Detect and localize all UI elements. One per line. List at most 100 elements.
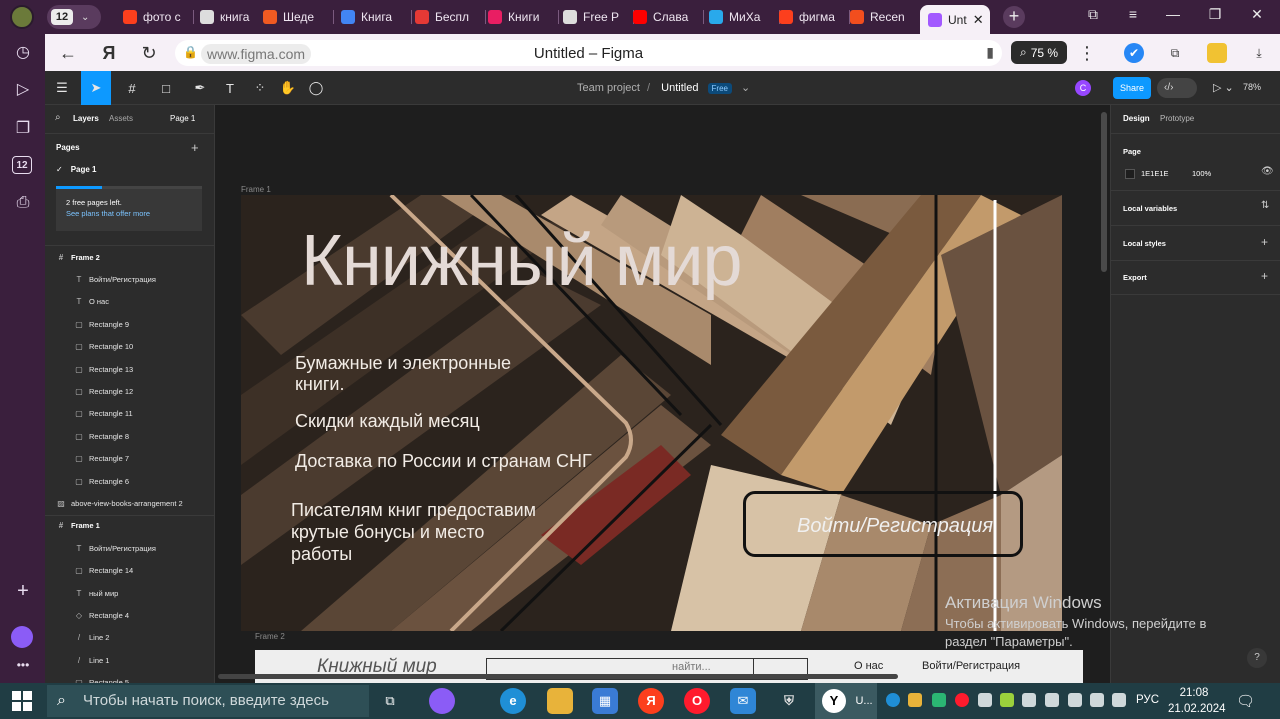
file-explorer-icon[interactable] <box>547 688 573 714</box>
vk-extension-icon[interactable]: ✔ <box>1124 43 1144 63</box>
local-variables[interactable]: Local variables <box>1123 204 1177 213</box>
layer-row[interactable]: T Войти/Регистрация <box>45 537 214 559</box>
close-window-icon[interactable]: ✕ <box>1245 6 1269 23</box>
layer-row[interactable]: ▢ Rectangle 14 <box>45 560 214 582</box>
frame2-label[interactable]: Frame 2 <box>255 632 285 641</box>
add-style-icon[interactable]: + <box>1261 235 1268 249</box>
yandex-icon[interactable]: Я <box>97 41 121 65</box>
shape-tool-icon[interactable]: □ <box>151 71 181 105</box>
layer-row[interactable]: ▢ Rectangle 8 <box>45 425 214 447</box>
tray-network-icon[interactable] <box>1068 693 1082 707</box>
local-styles[interactable]: Local styles <box>1123 239 1166 248</box>
add-page-icon[interactable]: + <box>191 140 199 155</box>
browser-tab[interactable]: Free P <box>563 5 629 29</box>
help-button[interactable]: ? <box>1247 648 1267 668</box>
team-name[interactable]: Team project <box>577 82 640 94</box>
text-tool-icon[interactable]: T <box>215 71 245 105</box>
tray-link-icon[interactable] <box>978 693 992 707</box>
page-item[interactable]: ✓ Page 1 <box>56 165 97 174</box>
layer-row[interactable]: ▨ above-view-books-arrangement 2 <box>45 492 214 514</box>
battery-icon[interactable] <box>1090 693 1104 707</box>
tab-manager-icon[interactable]: ⧉ <box>1081 6 1105 23</box>
tray-usb-icon[interactable] <box>1045 693 1059 707</box>
tab-prototype[interactable]: Prototype <box>1160 114 1194 123</box>
alice-assistant-icon[interactable] <box>11 626 33 648</box>
add-export-icon[interactable]: + <box>1261 269 1268 283</box>
plans-link[interactable]: See plans that offer more <box>66 208 192 219</box>
store-icon[interactable]: ▦ <box>592 688 618 714</box>
page-bg-hex[interactable]: 1E1E1E <box>1141 169 1169 178</box>
frame-1[interactable]: Книжный мир Бумажные и электронные книги.… <box>241 195 1062 631</box>
comment-tool-icon[interactable]: ◯ <box>301 71 331 105</box>
play-icon[interactable]: ▷ <box>12 78 34 100</box>
file-name[interactable]: Untitled <box>661 82 698 94</box>
layer-row[interactable]: ▢ Rectangle 5 <box>45 672 214 683</box>
tray-mic-icon[interactable] <box>1022 693 1036 707</box>
eye-icon[interactable]: 👁 <box>1261 166 1274 177</box>
browser-tab[interactable]: фото с <box>123 5 189 29</box>
browser-tab[interactable]: Книга <box>341 5 407 29</box>
alice-icon[interactable] <box>429 688 455 714</box>
export-heading[interactable]: Export <box>1123 273 1147 282</box>
task-view-icon[interactable]: ⧉ <box>377 688 403 714</box>
collections-icon[interactable]: ❐ <box>12 117 34 139</box>
layer-row[interactable]: T Войти/Регистрация <box>45 268 214 290</box>
layer-row[interactable]: Tный мир <box>45 582 214 604</box>
layer-row[interactable]: # Frame 2 <box>45 246 214 268</box>
minimize-icon[interactable]: — <box>1161 6 1185 22</box>
mail-icon[interactable]: ✉ <box>730 688 756 714</box>
more-icon[interactable]: ••• <box>12 654 34 676</box>
vertical-scrollbar[interactable] <box>1101 112 1107 272</box>
browser-tab[interactable]: Шеде <box>263 5 329 29</box>
back-icon[interactable]: ← <box>56 41 80 65</box>
opera-icon[interactable]: O <box>684 688 710 714</box>
bookmark-icon[interactable]: ▮ <box>986 44 994 61</box>
download-icon[interactable]: ⤓ <box>1249 43 1269 63</box>
tab-group-button[interactable]: 12 ⌄ <box>47 5 101 29</box>
dev-mode-toggle[interactable]: ‹/› <box>1157 78 1197 98</box>
page-selector[interactable]: Page 1 <box>170 114 195 123</box>
menu-icon[interactable]: ≡ <box>1121 6 1145 22</box>
feature-discounts[interactable]: Скидки каждый месяц <box>295 411 480 432</box>
layer-row[interactable]: ▢ Rectangle 9 <box>45 313 214 335</box>
resources-icon[interactable]: ⁘ <box>245 71 275 105</box>
login-button-text[interactable]: Войти/Регистрация <box>797 515 993 538</box>
hero-title[interactable]: Книжный мир <box>301 220 743 302</box>
more-vertical-icon[interactable]: ⋮ <box>1075 41 1099 65</box>
move-tool-icon[interactable]: ➤ <box>81 71 111 105</box>
notifications-icon[interactable]: 🗨 <box>1236 692 1255 710</box>
restore-icon[interactable]: ❐ <box>1203 6 1227 23</box>
tab-design[interactable]: Design <box>1123 114 1150 123</box>
layer-row[interactable]: ▢ Rectangle 7 <box>45 448 214 470</box>
edge-icon[interactable]: e <box>500 688 526 714</box>
tray-green-icon[interactable] <box>1000 693 1014 707</box>
tab-assets[interactable]: Assets <box>109 114 133 123</box>
page-bg-opacity[interactable]: 100% <box>1192 169 1211 178</box>
url-field[interactable]: 🔒 www.figma.com Untitled – Figma ▮ <box>175 40 1002 66</box>
taskbar-search[interactable]: ⌕ Чтобы начать поиск, введите здесь запр… <box>47 685 369 717</box>
feature-writers[interactable]: Писателям книг предоставим крутые бонусы … <box>291 499 536 565</box>
browser-tab[interactable]: МиХа <box>709 5 775 29</box>
yandex-app-icon[interactable]: Y <box>822 689 846 713</box>
main-menu-icon[interactable]: ☰ <box>47 71 77 105</box>
layer-row[interactable]: ▢ Rectangle 6 <box>45 470 214 492</box>
layer-row[interactable]: ▢ Rectangle 13 <box>45 358 214 380</box>
frame-tool-icon[interactable]: # <box>117 71 147 105</box>
extensions-icon[interactable]: ⧉ <box>1165 43 1185 63</box>
hand-tool-icon[interactable]: ✋ <box>273 71 303 105</box>
feature-delivery[interactable]: Доставка по России и странам СНГ <box>295 451 592 472</box>
active-app-label[interactable]: U... <box>850 688 878 714</box>
frame1-label[interactable]: Frame 1 <box>241 185 271 194</box>
volume-icon[interactable] <box>1112 693 1126 707</box>
browser-tab[interactable]: Recen <box>850 5 916 29</box>
browser-tab[interactable]: Слава <box>633 5 699 29</box>
zoom-menu[interactable]: 78% <box>1243 82 1261 92</box>
tray-k-icon[interactable] <box>932 693 946 707</box>
tray-opera-icon[interactable] <box>955 693 969 707</box>
browser-tab[interactable]: Книги <box>488 5 554 29</box>
profile-avatar[interactable] <box>10 5 34 29</box>
layer-row[interactable]: T О нас <box>45 291 214 313</box>
layer-row[interactable]: # Frame 1 <box>45 515 214 537</box>
layer-row[interactable]: ▢ Rectangle 11 <box>45 403 214 425</box>
pen-tool-icon[interactable]: ✒ <box>185 71 215 105</box>
